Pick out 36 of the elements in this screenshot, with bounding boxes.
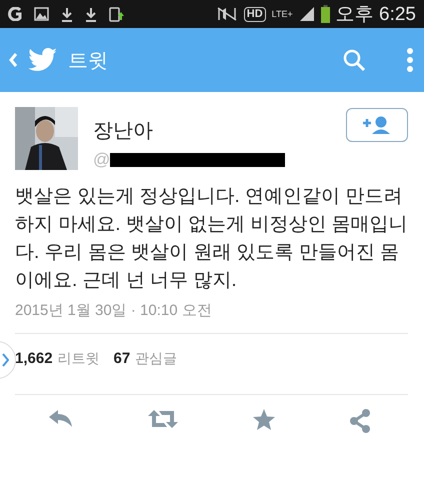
- more-button[interactable]: [406, 47, 414, 73]
- tweet-timestamp: 2015년 1월 30일 · 10:10 오전: [15, 301, 213, 320]
- signal-icon: [298, 6, 315, 22]
- more-icon: [406, 47, 414, 73]
- add-user-icon: [362, 115, 392, 135]
- retweet-icon: [148, 409, 178, 429]
- favorite-button[interactable]: [252, 409, 275, 433]
- phone-upload-icon: [109, 6, 125, 22]
- battery-icon: [320, 5, 330, 23]
- search-button[interactable]: [342, 48, 366, 72]
- stat-label: 관심글: [135, 350, 178, 366]
- back-icon: [8, 52, 18, 68]
- header-title: 트윗: [68, 48, 108, 74]
- author-handle: @: [93, 150, 110, 170]
- star-icon: [252, 409, 275, 430]
- stat-count: 1,662: [15, 350, 53, 367]
- share-button[interactable]: [348, 409, 371, 433]
- app-icon: [8, 7, 22, 21]
- network-type: LTE+: [272, 9, 293, 19]
- share-icon: [348, 409, 371, 433]
- hd-indicator: HD: [244, 6, 266, 22]
- image-icon: [34, 7, 49, 21]
- search-icon: [342, 48, 366, 72]
- tweet-text: 뱃살은 있는게 정상입니다. 연예인같이 만드려 하지 마세요. 뱃살이 없는게 비정상인 몸매입니다. 우리 몸은 뱃살이 원래 있도록 만들어진 몸이에요. 근데 넌 너무 많지.: [15, 185, 408, 293]
- back-button[interactable]: [8, 52, 18, 68]
- stat-label: 리트윗: [58, 350, 100, 366]
- chevron-right-icon: [2, 353, 9, 367]
- mute-icon: [216, 6, 238, 22]
- author-name: 장난아: [93, 119, 154, 144]
- download-icon: [61, 6, 73, 22]
- bird-logo-icon: [28, 48, 58, 72]
- download-icon: [85, 6, 97, 22]
- reply-icon: [48, 409, 74, 429]
- status-time: 오후 6:25: [336, 3, 416, 27]
- follow-button[interactable]: [346, 108, 408, 142]
- stat-count: 67: [114, 350, 130, 367]
